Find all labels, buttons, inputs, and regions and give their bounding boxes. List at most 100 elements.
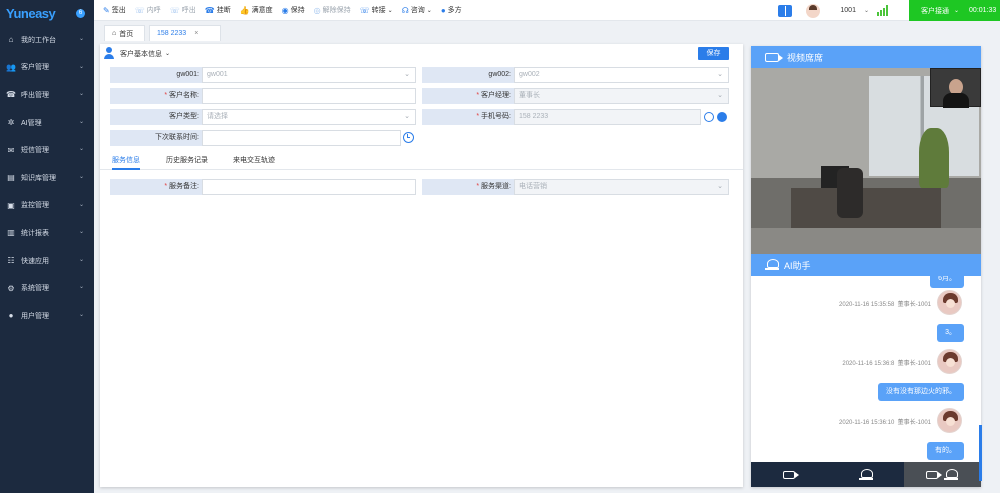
- page-tabs: ⌂ 首页 158 2233 ×: [94, 21, 1000, 42]
- gw002-select[interactable]: gw002 ⌄: [514, 67, 729, 83]
- service-channel-select[interactable]: 电话营销 ⌄: [514, 179, 729, 195]
- service-remark-input[interactable]: [202, 179, 416, 195]
- field-gw001: gw001: gw001 ⌄: [110, 67, 416, 83]
- tab-history-records[interactable]: 历史服务记录: [166, 155, 208, 170]
- sidebar-item-label: 系统管理: [21, 285, 49, 293]
- chat-bubble: 6月。: [930, 276, 964, 288]
- chevron-down-icon: ⌄: [78, 173, 84, 180]
- sidebar-item-label: 用户管理: [21, 312, 49, 320]
- required-mark: *: [164, 183, 168, 190]
- section-header[interactable]: 客户基本信息 ⌄: [103, 47, 170, 60]
- field-label: * 手机号码:: [422, 109, 514, 125]
- chevron-down-icon: ⌄: [78, 229, 84, 236]
- customer-name-input[interactable]: [202, 88, 416, 104]
- ai-mode-button[interactable]: [828, 462, 905, 487]
- video-camera-icon: [783, 470, 800, 479]
- field-gw002: gw002: gw002 ⌄: [422, 67, 729, 83]
- save-button[interactable]: 保存: [698, 47, 729, 60]
- field-label: * 客户名称:: [110, 88, 202, 104]
- chart-icon: ▥: [7, 228, 15, 238]
- sidebar-item-mail[interactable]: ✉ 短信管理 ⌄: [0, 136, 94, 164]
- tab-customer-label: 158 2233: [157, 30, 187, 37]
- multiparty-button[interactable]: ● 多方: [441, 5, 462, 15]
- sidebar-item-ai[interactable]: ✲ AI管理 ⌄: [0, 109, 94, 137]
- chevron-down-icon: ⌄: [78, 146, 84, 153]
- video-mode-button[interactable]: [751, 462, 828, 487]
- clock-icon[interactable]: [403, 132, 414, 143]
- tab-customer[interactable]: 158 2233 ×: [149, 25, 221, 41]
- required-mark: *: [476, 183, 480, 190]
- sidebar-item-home[interactable]: ⌂ 我的工作台 ⌄: [0, 26, 94, 54]
- field-label-text: 客户经理:: [481, 92, 511, 99]
- robot-icon: [765, 259, 779, 271]
- phone-out-icon: ☎: [6, 90, 16, 100]
- call-status-label: 客户接通: [921, 7, 949, 15]
- tab-home[interactable]: ⌂ 首页: [104, 25, 145, 41]
- field-customer-manager: * 客户经理: 董事长 ⌄: [422, 88, 729, 104]
- customer-manager-select[interactable]: 董事长 ⌄: [514, 88, 729, 104]
- transfer-button[interactable]: ☏ 转接 ⌄: [360, 5, 393, 15]
- call-status[interactable]: 客户接通 ⌄ 00:01:33: [909, 0, 1000, 21]
- consult-icon: ☊: [401, 5, 409, 15]
- hold-button[interactable]: ◉ 保持: [282, 5, 305, 15]
- satisfaction-button[interactable]: 👍 满意度: [240, 5, 273, 15]
- chevron-down-icon: ⌄: [78, 256, 84, 263]
- user-icon: ●: [8, 311, 14, 321]
- sidebar-item-users[interactable]: 👥 客户管理 ⌄: [0, 54, 94, 82]
- hangup-icon: ☎: [204, 5, 215, 15]
- consult-button[interactable]: ☊ 咨询 ⌄: [402, 5, 432, 15]
- hold-icon: ◉: [281, 5, 289, 15]
- sidebar-item-monitor[interactable]: ▣ 监控管理 ⌄: [0, 192, 94, 220]
- combined-mode-button[interactable]: [904, 462, 981, 487]
- sidebar-item-label: 客户管理: [21, 64, 49, 72]
- tab-call-trail[interactable]: 来电交互轨迹: [233, 155, 275, 170]
- signal-icon: [877, 5, 889, 16]
- signout-icon: ✎: [103, 5, 110, 15]
- sidebar-item-knowledge[interactable]: ▤ 知识库管理 ⌄: [0, 164, 94, 192]
- call-icon[interactable]: [717, 112, 727, 122]
- ai-chat-log[interactable]: 6月。 2020-11-16 15:35:58 董事长-1001 3。 2020…: [751, 276, 981, 462]
- chevron-down-icon[interactable]: ⌄: [864, 7, 869, 14]
- inner-call-button[interactable]: ☏ 内呼: [135, 5, 161, 15]
- customer-type-select[interactable]: 请选择 ⌄: [202, 109, 416, 125]
- next-contact-input[interactable]: [202, 130, 401, 146]
- signout-button[interactable]: ✎ 签出: [103, 5, 126, 15]
- book-icon[interactable]: [778, 4, 793, 17]
- chevron-down-icon: ⌄: [165, 51, 171, 57]
- toolbar-label: 呼出: [181, 7, 196, 14]
- sidebar: Yuneasy 6 ⌂ 我的工作台 ⌄ 👥 客户管理 ⌄ ☎ 呼出管理 ⌄ ✲ AI管理 ⌄ ✉ 短信管理…: [0, 0, 94, 493]
- scrollbar[interactable]: [979, 425, 982, 481]
- sidebar-item-label: 统计报表: [21, 229, 49, 237]
- avatar: [937, 290, 962, 315]
- hangup-button[interactable]: ☎ 挂断: [205, 5, 231, 15]
- sidebar-item-chart[interactable]: ▥ 统计报表 ⌄: [0, 219, 94, 247]
- ai-icon: ✲: [7, 118, 15, 128]
- ai-panel-header: AI助手: [751, 254, 981, 276]
- field-label: 下次联系时间:: [110, 130, 202, 146]
- logo-badge[interactable]: 6: [76, 9, 85, 18]
- outbound-call-button[interactable]: ☏ 呼出: [170, 5, 196, 15]
- unhold-button[interactable]: ◎ 解除保持: [314, 5, 351, 15]
- mobile-input[interactable]: 158 2233: [514, 109, 701, 125]
- close-icon[interactable]: ×: [194, 30, 198, 37]
- sidebar-item-app[interactable]: ☷ 快速应用 ⌄: [0, 247, 94, 275]
- sidebar-item-phone-out[interactable]: ☎ 呼出管理 ⌄: [0, 81, 94, 109]
- avatar[interactable]: [806, 3, 821, 18]
- toolbar-label: 转接: [371, 7, 386, 14]
- toolbar-label: 解除保持: [322, 7, 351, 14]
- customer-icon: [103, 47, 116, 60]
- toolbar-label: 多方: [447, 7, 462, 14]
- chat-bubble: 3。: [937, 324, 964, 342]
- extension-number[interactable]: 1001: [840, 7, 856, 14]
- chat-icon[interactable]: [704, 112, 714, 122]
- tab-service-info[interactable]: 服务信息: [112, 155, 140, 170]
- robot-icon: [858, 468, 873, 481]
- sidebar-item-user[interactable]: ● 用户管理 ⌄: [0, 302, 94, 330]
- sidebar-item-gear[interactable]: ⚙ 系统管理 ⌄: [0, 274, 94, 302]
- required-mark: *: [164, 92, 168, 99]
- chevron-down-icon: ⌄: [404, 71, 410, 78]
- video-camera-icon: [765, 52, 783, 62]
- toolbar-label: 满意度: [251, 7, 273, 14]
- self-video-preview[interactable]: [930, 68, 981, 108]
- gw001-select[interactable]: gw001 ⌄: [202, 67, 416, 83]
